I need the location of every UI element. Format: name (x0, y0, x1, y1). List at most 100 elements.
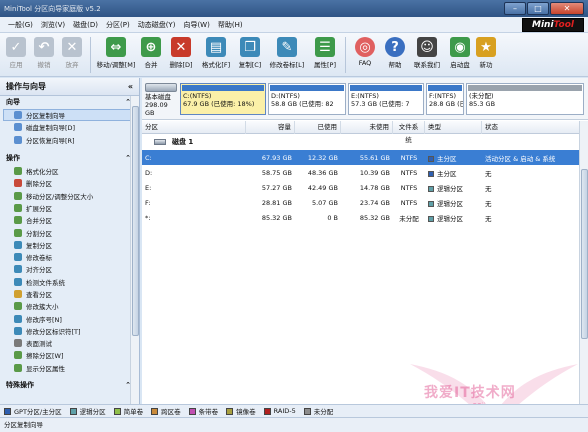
menu-help[interactable]: 帮助(H) (214, 20, 247, 30)
properties-icon: ☰ (315, 37, 335, 57)
column-header[interactable]: 状态 (482, 121, 588, 134)
help-button[interactable]: ? 帮助 (380, 35, 410, 75)
serial-icon (14, 314, 22, 323)
sidebar: 操作与向导 « 向导 ⌃ 分区复制向导 磁盘复制向导[D] 分区恢复向导[R] 操作… (0, 78, 140, 415)
copy-button[interactable]: ❐ 复制[C] (235, 35, 265, 75)
new-feature-button[interactable]: ★ 新功 (476, 35, 496, 75)
properties-button[interactable]: ☰ 属性[P] (309, 35, 341, 75)
check-icon: ✓ (6, 37, 26, 57)
partition-block-e[interactable]: E:(NTFS) 57.3 GB (已使用: 7 (348, 83, 424, 115)
merge-button[interactable]: ⊕ 合并 (137, 35, 165, 75)
table-row[interactable]: D: 58.75 GB 48.36 GB 10.39 GB NTFS 主分区无 (142, 165, 588, 180)
table-row[interactable]: F: 28.81 GB 5.07 GB 23.74 GB NTFS 逻辑分区无 (142, 195, 588, 210)
undo-button[interactable]: ↶ 撤销 (30, 35, 58, 75)
table-row[interactable]: E: 57.27 GB 42.49 GB 14.78 GB NTFS 逻辑分区无 (142, 180, 588, 195)
sidebar-item-wipe[interactable]: 擦除分区[W] (0, 349, 139, 361)
sidebar-item-disk-copy-wizard[interactable]: 磁盘复制向导[D] (0, 121, 139, 133)
disk-info[interactable]: 基本磁盘 298.09 GB (145, 83, 179, 117)
wizard-icon (14, 111, 22, 120)
sidebar-item-format[interactable]: 格式化分区 (0, 165, 139, 177)
format-button[interactable]: ▤ 格式化[F] (197, 35, 235, 75)
toolbar-separator (345, 37, 346, 73)
title-bar: MiniTool 分区向导家庭版 v5.2 – □ ✕ (0, 0, 588, 17)
help-icon: ? (385, 37, 405, 57)
sidebar-item-type-id[interactable]: 修改分区标识符[T] (0, 325, 139, 337)
contact-us-button[interactable]: ☺ 联系我们 (410, 35, 444, 75)
boot-disk-button[interactable]: ◉ 启动盘 (444, 35, 476, 75)
partition-block-f[interactable]: F:(NTFS) 28.8 GB (已 (426, 83, 464, 115)
minimize-button[interactable]: – (504, 2, 526, 15)
legend-item: 条带卷 (188, 406, 218, 416)
change-label-button[interactable]: ✎ 修改卷标[L] (265, 35, 309, 75)
discard-button[interactable]: ✕ 放弃 (58, 35, 86, 75)
sidebar-item-properties[interactable]: 显示分区属性 (0, 362, 139, 374)
contact-icon: ☺ (417, 37, 437, 57)
merge-icon (14, 216, 22, 225)
legend-swatch (151, 407, 159, 415)
partition-block-unallocated[interactable]: (未分配) 85.3 GB (466, 83, 584, 115)
sidebar-item-split[interactable]: 分割分区 (0, 226, 139, 238)
sidebar-item-align[interactable]: 对齐分区 (0, 263, 139, 275)
special-ops-section-title[interactable]: 特殊操作 ⌃ (0, 379, 139, 392)
sidebar-item-explore[interactable]: 查看分区 (0, 288, 139, 300)
apply-button[interactable]: ✓ 应用 (2, 35, 30, 75)
sidebar-item-surface-test[interactable]: 表面测试 (0, 337, 139, 349)
menu-wizard[interactable]: 向导(W) (179, 20, 213, 30)
column-header[interactable]: 未使用 (341, 121, 393, 134)
close-button[interactable]: ✕ (550, 2, 584, 15)
copy-icon: ❐ (240, 37, 260, 57)
scrollbar-thumb[interactable] (581, 169, 588, 339)
extend-icon (14, 203, 22, 212)
sidebar-item-check-fs[interactable]: 检测文件系统 (0, 276, 139, 288)
type-swatch (428, 155, 434, 162)
sidebar-item-partition-copy-wizard[interactable]: 分区复制向导 (3, 109, 136, 122)
type-swatch (428, 215, 434, 222)
table-scrollbar[interactable] (579, 121, 588, 415)
sidebar-item-copy[interactable]: 复制分区 (0, 239, 139, 251)
sidebar-scrollbar[interactable] (130, 96, 139, 415)
column-header[interactable]: 文件系统 (393, 121, 425, 144)
wipe-icon (14, 351, 22, 360)
sidebar-item-delete[interactable]: 删除分区 (0, 177, 139, 189)
column-header[interactable]: 类型 (425, 121, 482, 134)
sidebar-item-serial[interactable]: 修改序号[N] (0, 312, 139, 324)
delete-button[interactable]: ✕ 删除[D] (165, 35, 197, 75)
sidebar-item-move-resize[interactable]: 移动分区/调整分区大小 (0, 189, 139, 201)
menu-general[interactable]: 一般(G) (4, 20, 37, 30)
split-icon (14, 228, 22, 237)
disk-row[interactable]: 磁盘 1 (142, 134, 588, 150)
menu-view[interactable]: 浏览(V) (37, 20, 69, 30)
column-header[interactable]: 分区 (142, 121, 246, 134)
partition-block-d[interactable]: D:(NTFS) 58.8 GB (已使用: 82 (268, 83, 346, 115)
menu-partition[interactable]: 分区(P) (102, 20, 134, 30)
check-fs-icon (14, 277, 22, 286)
operations-section-title[interactable]: 操作 ⌃ (0, 152, 139, 165)
maximize-button[interactable]: □ (527, 2, 549, 15)
legend-swatch (69, 407, 77, 415)
sidebar-item-change-label[interactable]: 修改卷标 (0, 251, 139, 263)
legend-bar: GPT分区/主分区 逻辑分区 简单卷 跨区卷 条带卷 镜像卷 RAID-5 未分… (0, 404, 588, 417)
sidebar-item-extend[interactable]: 扩展分区 (0, 202, 139, 214)
legend-swatch (4, 407, 11, 415)
move-resize-button[interactable]: ⇔ 移动/调整[M] (95, 35, 137, 75)
sidebar-item-partition-recovery-wizard[interactable]: 分区恢复向导[R] (0, 134, 139, 146)
collapse-all-icon[interactable]: « (128, 82, 133, 91)
merge-icon: ⊕ (141, 37, 161, 57)
move-resize-icon (14, 191, 22, 200)
wizard-icon (14, 135, 22, 144)
partition-block-c[interactable]: C:(NTFS) 67.9 GB (已使用: 18%) (180, 83, 266, 115)
move-resize-icon: ⇔ (106, 37, 126, 57)
faq-button[interactable]: ◎ FAQ (350, 35, 380, 75)
table-row[interactable]: *: 85.32 GB 0 B 85.32 GB 未分配 逻辑分区无 (142, 210, 588, 225)
wizard-section-title[interactable]: 向导 ⌃ (0, 96, 139, 109)
scrollbar-thumb[interactable] (132, 106, 139, 336)
sidebar-item-cluster-size[interactable]: 修改簇大小 (0, 300, 139, 312)
column-header[interactable]: 容量 (246, 121, 295, 134)
delete-icon (14, 179, 22, 188)
sidebar-item-merge[interactable]: 合并分区 (0, 214, 139, 226)
table-row[interactable]: C: 67.93 GB 12.32 GB 55.61 GB NTFS 主分区 活动分区 &… (142, 150, 588, 165)
legend-item: 未分配 (303, 406, 333, 416)
menu-dynamic-disk[interactable]: 动态磁盘(Y) (134, 20, 180, 30)
column-header[interactable]: 已使用 (295, 121, 341, 134)
menu-disk[interactable]: 磁盘(D) (69, 20, 102, 30)
